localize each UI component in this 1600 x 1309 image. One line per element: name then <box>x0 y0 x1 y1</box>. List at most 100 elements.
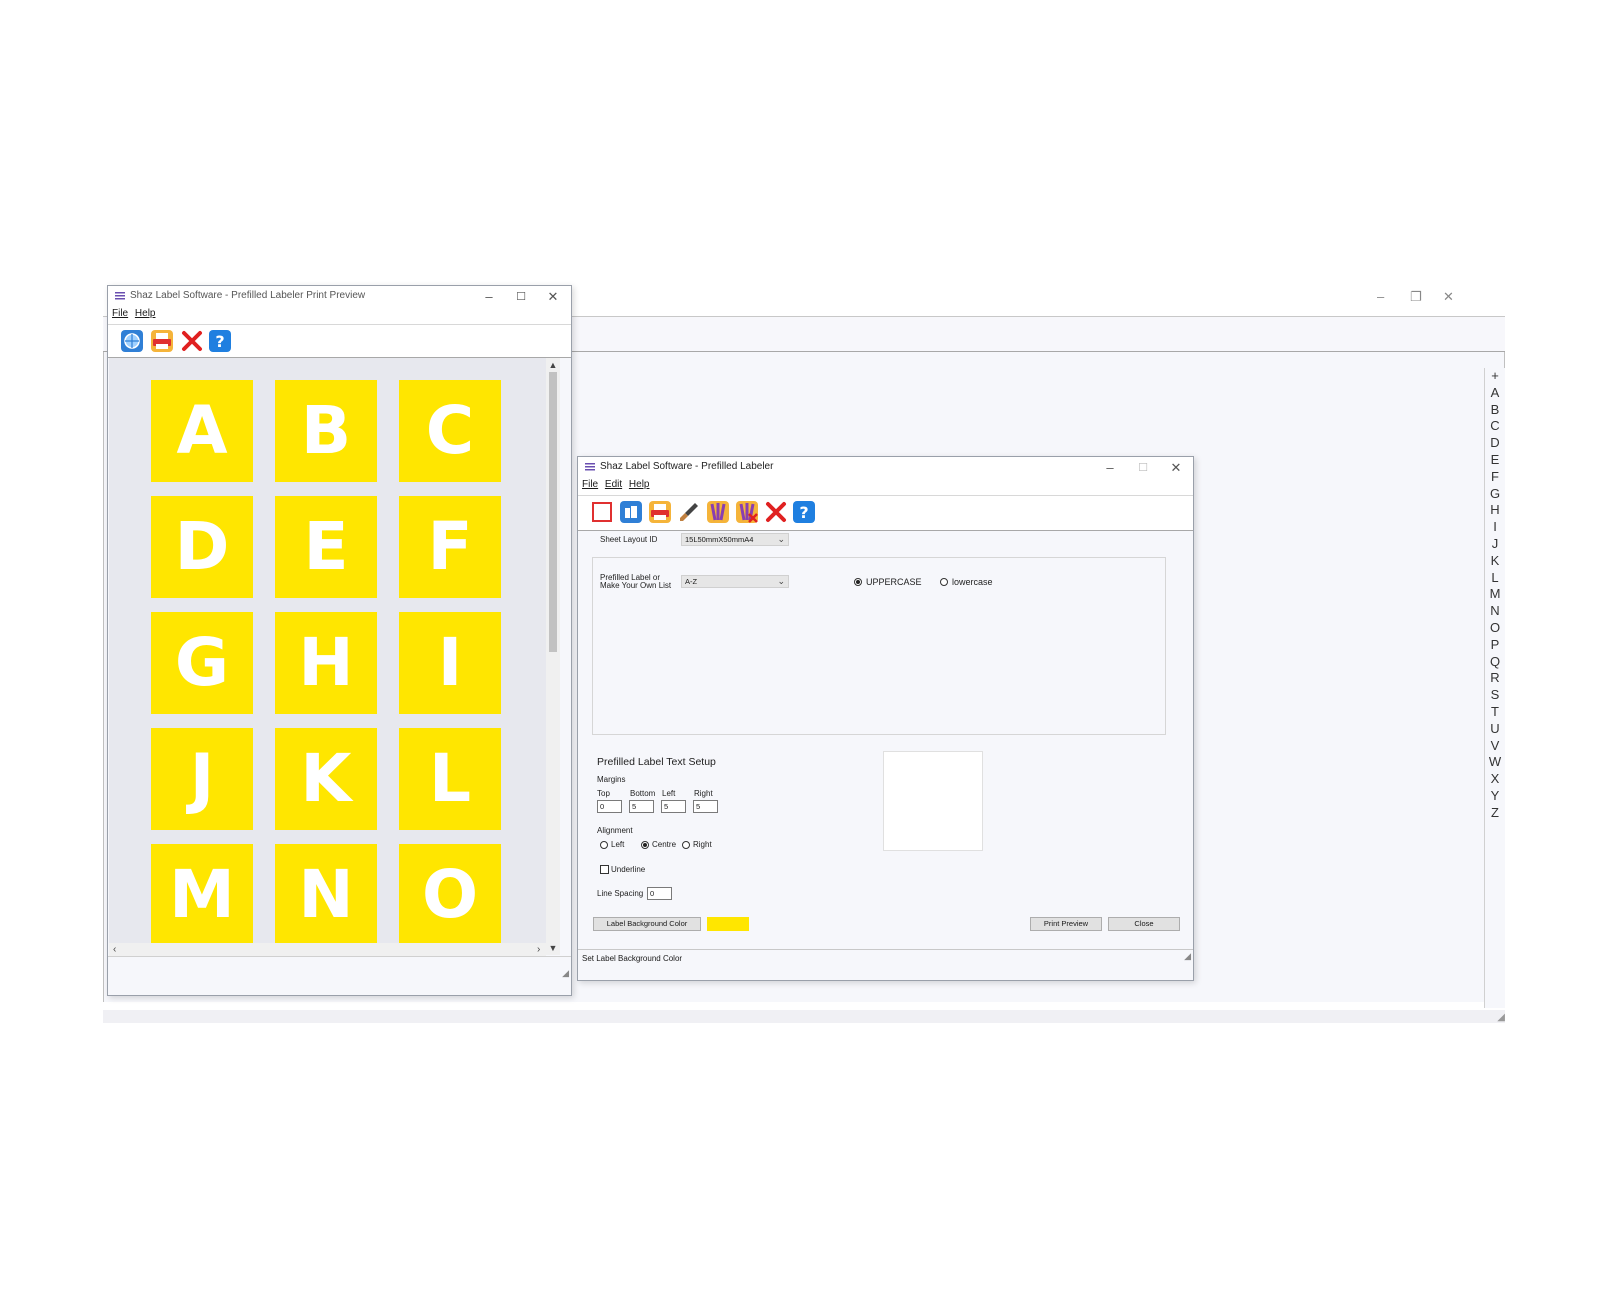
az-index-item[interactable]: C <box>1485 418 1505 435</box>
label-tile: A <box>151 380 253 482</box>
close-button[interactable]: ✕ <box>1162 458 1190 478</box>
az-index-item[interactable]: F <box>1485 469 1505 486</box>
menu-help[interactable]: Help <box>629 479 650 490</box>
close-icon[interactable] <box>180 329 204 353</box>
bottom-margin-input[interactable]: 5 <box>629 800 654 813</box>
az-index-item[interactable]: H <box>1485 502 1505 519</box>
close-dialog-button[interactable]: Close <box>1108 917 1180 931</box>
line-spacing-input[interactable]: 0 <box>647 887 672 900</box>
underline-label: Underline <box>611 865 646 874</box>
az-index-item[interactable]: N <box>1485 603 1505 620</box>
bg-color-swatch[interactable] <box>707 917 749 931</box>
top-margin-input[interactable]: 0 <box>597 800 622 813</box>
print-icon[interactable] <box>648 500 672 524</box>
az-index-item[interactable]: U <box>1485 721 1505 738</box>
menu-bar: File Help <box>108 308 571 324</box>
az-index-item[interactable]: E <box>1485 452 1505 469</box>
az-index-item[interactable]: L <box>1485 570 1505 587</box>
resize-grip-icon[interactable]: ◢ <box>562 968 569 979</box>
help-icon[interactable]: ? <box>208 329 232 353</box>
az-index-item[interactable]: + <box>1485 368 1505 385</box>
svg-text:?: ? <box>215 332 224 351</box>
az-index-item[interactable]: K <box>1485 553 1505 570</box>
scroll-up-icon[interactable]: ▲ <box>546 359 560 371</box>
restore-button[interactable]: ❐ <box>1410 289 1422 305</box>
az-index-item[interactable]: Q <box>1485 654 1505 671</box>
resize-grip-icon[interactable]: ◢ <box>1184 947 1191 965</box>
az-index-item[interactable]: I <box>1485 519 1505 536</box>
print-icon[interactable] <box>150 329 174 353</box>
az-index-item[interactable]: B <box>1485 402 1505 419</box>
prefilled-list-value: A-Z <box>685 577 698 586</box>
minimize-button[interactable]: – <box>1377 289 1384 304</box>
align-centre-label: Centre <box>652 840 677 849</box>
open-icon[interactable] <box>619 500 643 524</box>
menu-help[interactable]: Help <box>135 308 156 319</box>
az-index-item[interactable]: G <box>1485 486 1505 503</box>
scroll-down-icon[interactable]: ▼ <box>546 942 560 954</box>
label-tile: O <box>399 844 501 943</box>
vertical-scrollbar[interactable]: ▲ ▼ <box>546 358 560 955</box>
az-index-item[interactable]: W <box>1485 754 1505 771</box>
menu-bar: File Edit Help <box>578 479 1193 495</box>
minimize-button[interactable]: – <box>475 287 503 307</box>
new-icon[interactable] <box>590 500 614 524</box>
az-index-item[interactable]: Z <box>1485 805 1505 822</box>
label-tile: B <box>275 380 377 482</box>
status-bar: Set Label Background Color ◢ <box>578 949 1193 967</box>
lowercase-radio[interactable] <box>940 578 948 586</box>
az-index-item[interactable]: J <box>1485 536 1505 553</box>
scroll-left-icon[interactable]: ‹ <box>113 943 116 956</box>
underline-checkbox[interactable] <box>600 865 609 874</box>
menu-edit[interactable]: Edit <box>605 479 622 490</box>
print-preview-button[interactable]: Print Preview <box>1030 917 1102 931</box>
az-index-item[interactable]: P <box>1485 637 1505 654</box>
globe-icon[interactable] <box>120 329 144 353</box>
az-index-item[interactable]: X <box>1485 771 1505 788</box>
maximize-button[interactable]: ☐ <box>507 287 535 307</box>
align-right-radio[interactable] <box>682 841 690 849</box>
scroll-thumb[interactable] <box>549 372 557 652</box>
resize-grip-icon[interactable]: ◢ <box>1497 1012 1505 1023</box>
minimize-button[interactable]: – <box>1096 458 1124 478</box>
az-index-item[interactable]: R <box>1485 670 1505 687</box>
brush-icon[interactable] <box>677 500 701 524</box>
prefilled-label-line2: Make Your Own List <box>600 581 672 590</box>
font-color-icon[interactable] <box>706 500 730 524</box>
left-margin-input[interactable]: 5 <box>661 800 686 813</box>
horizontal-scrollbar[interactable]: ‹ › <box>109 943 546 956</box>
maximize-button: ☐ <box>1138 462 1148 474</box>
sheet-layout-select[interactable]: 15L50mmX50mmA4 ⌄ <box>681 533 789 546</box>
clear-font-color-icon[interactable] <box>735 500 759 524</box>
menu-file[interactable]: File <box>582 479 598 490</box>
align-left-radio[interactable] <box>600 841 608 849</box>
label-tile: D <box>151 496 253 598</box>
app-icon <box>115 292 125 300</box>
right-margin-input[interactable]: 5 <box>693 800 718 813</box>
menu-file[interactable]: File <box>112 308 128 319</box>
az-index-item[interactable]: D <box>1485 435 1505 452</box>
az-index-item[interactable]: T <box>1485 704 1505 721</box>
align-centre-radio[interactable] <box>641 841 649 849</box>
az-index-item[interactable]: V <box>1485 738 1505 755</box>
toolbar: ? <box>578 495 1193 531</box>
status-bar: ◢ <box>108 956 571 981</box>
alignment-label: Alignment <box>597 826 633 835</box>
az-index-item[interactable]: O <box>1485 620 1505 637</box>
az-index-item[interactable]: S <box>1485 687 1505 704</box>
scroll-right-icon[interactable]: › <box>537 943 540 956</box>
az-index-item[interactable]: Y <box>1485 788 1505 805</box>
label-tile: E <box>275 496 377 598</box>
align-right-label: Right <box>693 840 712 849</box>
close-button[interactable]: ✕ <box>1443 289 1454 305</box>
help-icon[interactable]: ? <box>792 500 816 524</box>
label-tile: I <box>399 612 501 714</box>
top-margin-label: Top <box>597 789 610 798</box>
az-index-item[interactable]: A <box>1485 385 1505 402</box>
prefilled-list-select[interactable]: A-Z ⌄ <box>681 575 789 588</box>
uppercase-radio[interactable] <box>854 578 862 586</box>
close-button[interactable]: ✕ <box>539 287 567 307</box>
close-icon[interactable] <box>764 500 788 524</box>
az-index-item[interactable]: M <box>1485 586 1505 603</box>
label-bg-color-button[interactable]: Label Background Color <box>593 917 701 931</box>
